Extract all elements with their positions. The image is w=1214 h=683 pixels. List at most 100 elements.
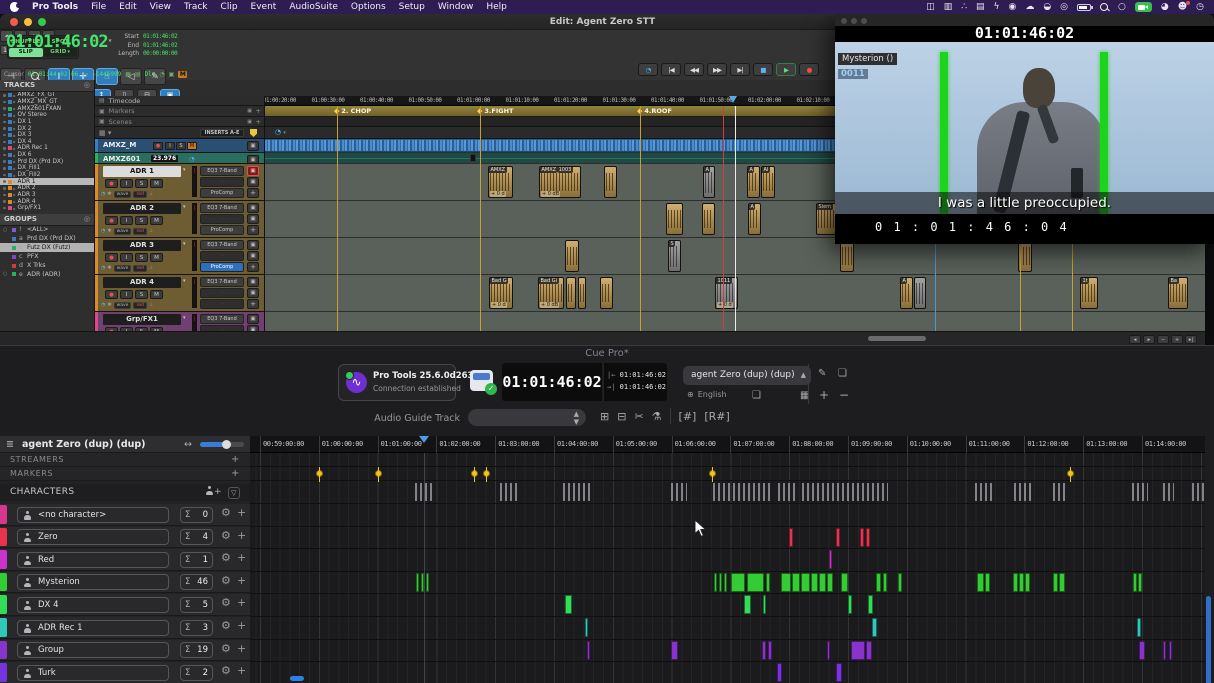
ruler-row-markers[interactable]: ▣Markers▣+ — [95, 106, 264, 117]
menu-audiosuite[interactable]: AudioSuite — [289, 2, 338, 12]
add-cue-button[interactable]: ⊞ — [600, 410, 609, 423]
track-comments-button[interactable]: ▣ — [247, 214, 259, 224]
menu-window[interactable]: Window — [438, 2, 474, 12]
character-name-field[interactable]: Zero — [17, 529, 169, 545]
audio-clip[interactable] — [702, 203, 715, 235]
audio-clip[interactable] — [604, 166, 617, 198]
streamers-row[interactable]: STREAMERS+ — [0, 453, 250, 467]
menu-event[interactable]: Event — [251, 2, 277, 12]
character-settings-button[interactable]: ⚙ — [221, 619, 231, 632]
track-name[interactable]: ADR 2 — [103, 203, 181, 214]
cue-block[interactable] — [836, 663, 842, 682]
sidebar-track-adr-rec-1[interactable]: ▸ADR Rec 1 — [0, 145, 94, 152]
character-settings-button[interactable]: ⚙ — [221, 529, 231, 542]
menu-view[interactable]: View — [150, 2, 171, 12]
cue-block[interactable] — [866, 641, 872, 660]
playlist-color-selector[interactable]: red — [133, 191, 146, 199]
audio-clip-a[interactable]: A — [900, 277, 913, 309]
sidebar-group-x-trks[interactable]: dX Trks — [0, 261, 94, 270]
add-cue-for-character-button[interactable]: + — [237, 529, 246, 542]
menu-edit[interactable]: Edit — [119, 2, 136, 12]
cue-block[interactable] — [724, 573, 727, 592]
sidebar-track-dx-fill1[interactable]: ▸DX_Fill1 — [0, 165, 94, 172]
track-options-button[interactable]: ▣ — [247, 155, 259, 164]
audio-clip-amxz[interactable]: AMXZ+ 0 d — [488, 166, 513, 198]
mute-button[interactable]: M — [150, 290, 163, 299]
audio-clip-a[interactable]: A — [748, 203, 761, 235]
cue-block[interactable] — [829, 550, 832, 569]
cue-block[interactable] — [671, 641, 678, 660]
add-insert-button[interactable]: + — [247, 188, 259, 198]
sidebar-group-pfx[interactable]: cPFX — [0, 252, 94, 261]
track-name[interactable]: Grp/FX1 — [103, 314, 181, 325]
horizontal-scrollbar-thumb[interactable] — [868, 336, 926, 341]
add-cue-for-character-button[interactable]: + — [237, 664, 246, 677]
menu-app-name[interactable]: Pro Tools — [32, 2, 78, 12]
record-enable-button[interactable]: ● — [105, 179, 118, 188]
play-circle-icon[interactable]: ◎ — [1060, 2, 1068, 12]
cue-marker-pin[interactable] — [471, 470, 478, 477]
insert-eq3-7-band[interactable]: EQ3 7-Band — [200, 203, 244, 213]
rewind-button[interactable]: ◀◀ — [684, 63, 704, 76]
edit-cue-button[interactable]: ✎ — [818, 368, 826, 379]
audio-clip-ba[interactable]: Ba — [1168, 277, 1188, 309]
language-indicator[interactable]: ⊕English — [687, 390, 727, 399]
streamers-lane[interactable] — [250, 453, 1205, 467]
cue-block[interactable] — [898, 573, 902, 592]
audio-guide-track-select[interactable]: ▲▼ — [468, 409, 586, 426]
add-cue-for-character-button[interactable]: + — [237, 506, 246, 519]
user-icon[interactable]: ☻ — [1178, 2, 1187, 12]
sidebar-group-adr-adr[interactable]: ○eADR (ADR) — [0, 270, 94, 279]
track-comments-button[interactable]: ▣ — [247, 177, 259, 187]
playlist-color-selector[interactable]: red — [133, 265, 146, 273]
menu-track[interactable]: Track — [184, 2, 208, 12]
audio-clip-bad-g[interactable]: Bad G+ 0 d — [489, 277, 513, 309]
go-to-end-button[interactable]: ▶| — [730, 63, 750, 76]
audio-clip[interactable] — [578, 277, 586, 309]
menu-clip[interactable]: Clip — [221, 2, 238, 12]
cue-marker-pin[interactable] — [1067, 470, 1074, 477]
audio-clip-1011[interactable]: 1011+ 0 d — [715, 277, 738, 309]
add-insert-button[interactable]: + — [247, 299, 259, 309]
cue-lane-dx-4[interactable] — [250, 594, 1205, 617]
solo-button[interactable]: S — [135, 216, 148, 225]
guide-track-lane[interactable] — [250, 481, 1205, 504]
playlist-color-selector[interactable]: red — [133, 228, 146, 236]
film-icon[interactable]: ▤ — [976, 2, 985, 12]
cue-selector-dropdown[interactable]: agent Zero (dup) (dup)▲▼ — [683, 366, 811, 385]
record-enable-button[interactable]: ● — [153, 142, 163, 150]
audio-clip[interactable] — [565, 240, 579, 272]
sidebar-track-adr-3[interactable]: ▸ADR 3 — [0, 192, 94, 199]
track-comments-button[interactable]: ▣ — [247, 288, 259, 298]
bolt-icon[interactable]: ϟ — [994, 2, 1000, 12]
sync-status-icon[interactable]: ✓ — [470, 370, 493, 391]
character-settings-button[interactable]: ⚙ — [221, 596, 231, 609]
track-io-button[interactable]: ▣ — [247, 166, 259, 176]
search-icon[interactable] — [1100, 3, 1109, 12]
track-header-amxz601[interactable]: AMXZ60123.976◔▣ — [95, 153, 264, 164]
markers-lane[interactable] — [250, 467, 1205, 481]
insert-procomp[interactable]: ProComp — [200, 188, 244, 198]
sound-icon[interactable]: ◉ — [1008, 2, 1016, 12]
track-view-icon[interactable]: ▦ ▾ — [99, 129, 111, 137]
loop-icon[interactable]: ○ — [1118, 2, 1126, 12]
cue-block[interactable] — [836, 528, 840, 547]
camera-icon[interactable] — [1135, 2, 1152, 12]
character-row-zero[interactable]: ZeroΣ4⚙+ — [0, 527, 250, 549]
cue-block[interactable] — [851, 641, 865, 660]
cue-block[interactable] — [872, 618, 877, 637]
menu-options[interactable]: Options — [351, 2, 386, 12]
cue-block[interactable] — [841, 573, 848, 592]
cue-block[interactable] — [1163, 641, 1166, 660]
audio-clip[interactable] — [600, 277, 613, 309]
add-scene-button[interactable]: + — [256, 118, 261, 126]
audio-clip-amxz-1003[interactable]: AMXZ_1003+ 0 dB — [539, 166, 581, 198]
character-name-field[interactable]: ADR Rec 1 — [17, 620, 169, 636]
zoom-end-button[interactable]: ▸| — [1185, 335, 1197, 344]
cue-block[interactable] — [1019, 573, 1024, 592]
online-button[interactable]: ◔ — [638, 63, 658, 76]
character-name-field[interactable]: Red — [17, 552, 169, 568]
character-row-group[interactable]: GroupΣ19⚙+ — [0, 640, 250, 662]
filter-icon[interactable]: ▽ — [228, 487, 240, 499]
cue-marker-pin[interactable] — [316, 470, 323, 477]
